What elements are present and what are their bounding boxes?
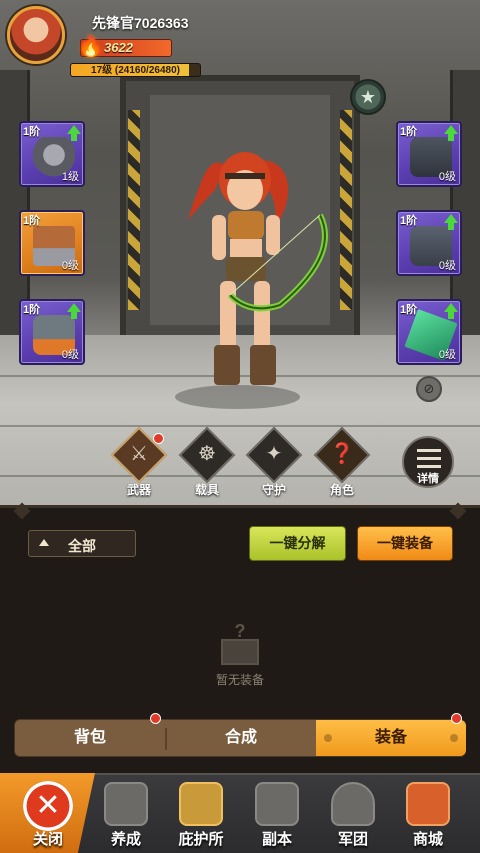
guardian-icon: ✦: [265, 443, 283, 465]
nav-label: 军团: [337, 831, 368, 848]
nav-label: 庇护所: [178, 831, 224, 848]
category-character[interactable]: ❓ 角色: [311, 426, 373, 497]
legion-emblem-icon: [331, 782, 375, 826]
slot-level: 0级: [438, 171, 456, 183]
shirt-icon: ❓: [329, 443, 355, 465]
slot-level: 0级: [61, 260, 79, 272]
slot-tier: 1阶: [23, 304, 41, 316]
tab-equipment[interactable]: 装备: [316, 713, 466, 756]
close-icon[interactable]: ✕: [23, 781, 73, 831]
slot-tier: 1阶: [400, 126, 418, 138]
level-text: 17级 (24160/26480): [91, 65, 180, 76]
details-label: 详情: [417, 473, 439, 485]
star-badge-icon[interactable]: ★: [350, 79, 386, 115]
upgrade-arrow-icon: [67, 125, 81, 141]
equip-slot-crystal[interactable]: 1阶 0级: [396, 299, 462, 365]
slot-level: 0级: [438, 260, 456, 272]
slot-level: 0级: [438, 349, 456, 361]
nav-shelter[interactable]: 庇护所: [165, 778, 237, 850]
upgrade-arrow-icon: [444, 125, 458, 141]
hazard-stripe: [340, 110, 352, 310]
slot-tier: 1阶: [400, 304, 418, 316]
slot-tier: 1阶: [23, 126, 41, 138]
nav-shop[interactable]: 商城: [392, 778, 464, 850]
hazard-stripe: [128, 110, 140, 310]
shopping-cart-icon: [406, 782, 450, 826]
nav-close-label[interactable]: 关闭: [18, 828, 78, 849]
equip-slot-backpack[interactable]: 1阶 0级: [19, 299, 85, 365]
power-value: 3622: [104, 40, 133, 55]
filter-label: 全部: [68, 538, 96, 554]
nav-label: 养成: [110, 831, 141, 848]
list-icon: [417, 449, 441, 469]
nav-legion[interactable]: 军团: [317, 778, 389, 850]
notification-dot: [153, 433, 164, 444]
equip-slot-armor[interactable]: 1阶 0级: [396, 210, 462, 276]
category-label: 角色: [329, 483, 354, 497]
notification-dot: [150, 713, 161, 724]
tab-label: 装备: [374, 729, 407, 746]
category-label: 守护: [261, 483, 286, 497]
hide-eye-icon[interactable]: ⊘: [416, 376, 442, 402]
category-weapon[interactable]: ⚔ 武器: [108, 426, 170, 497]
xp-bar: 17级 (24160/26480): [70, 63, 201, 77]
player-name: 先锋官7026363: [92, 15, 189, 31]
category-label: 武器: [126, 483, 151, 497]
slot-tier: 1阶: [23, 215, 41, 227]
upgrade-arrow-icon: [444, 303, 458, 319]
upgrade-arrow-icon: [444, 214, 458, 230]
nav-label: 商城: [412, 831, 443, 848]
weapon-icon: ⚔: [130, 443, 148, 465]
dismantle-all-button[interactable]: 一键分解: [249, 526, 346, 561]
tab-label: 合成: [224, 729, 257, 746]
tab-backpack[interactable]: 背包: [15, 713, 165, 756]
gun-icon: [255, 782, 299, 826]
tab-deco: [324, 734, 332, 742]
notification-dot: [451, 713, 462, 724]
equip-slot-vest[interactable]: 1阶 0级: [396, 121, 462, 187]
nav-label: 副本: [261, 831, 292, 848]
steering-wheel-icon: ☸: [198, 443, 216, 465]
category-guardian[interactable]: ✦ 守护: [243, 426, 305, 497]
slot-level: 0级: [61, 349, 79, 361]
empty-state-text: 暂无装备: [215, 673, 264, 687]
tab-synthesis[interactable]: 合成: [167, 720, 315, 756]
tab-label: 背包: [73, 729, 106, 746]
tab-deco: [450, 734, 458, 742]
category-vehicle[interactable]: ☸ 载具: [176, 426, 238, 497]
category-label: 载具: [194, 483, 219, 497]
hero-character[interactable]: [170, 145, 330, 400]
slot-level: 1级: [61, 171, 79, 183]
details-button[interactable]: 详情: [402, 436, 454, 488]
empty-box-icon: ?: [217, 621, 263, 667]
equip-slot-helmet[interactable]: 1阶 1级: [19, 121, 85, 187]
player-avatar[interactable]: [7, 6, 65, 64]
flame-icon: 🔥: [78, 36, 103, 58]
filter-dropdown[interactable]: 全部: [28, 530, 136, 557]
equip-slot-boots[interactable]: 1阶 0级: [19, 210, 85, 276]
building-icon: [179, 782, 223, 826]
equip-all-button[interactable]: 一键装备: [357, 526, 453, 561]
nav-dungeon[interactable]: 副本: [241, 778, 313, 850]
fist-icon: [104, 782, 148, 826]
upgrade-arrow-icon: [67, 303, 81, 319]
nav-cultivate[interactable]: 养成: [90, 778, 162, 850]
subtab-bar: 背包 合成 装备: [14, 713, 466, 757]
slot-tier: 1阶: [400, 215, 418, 227]
